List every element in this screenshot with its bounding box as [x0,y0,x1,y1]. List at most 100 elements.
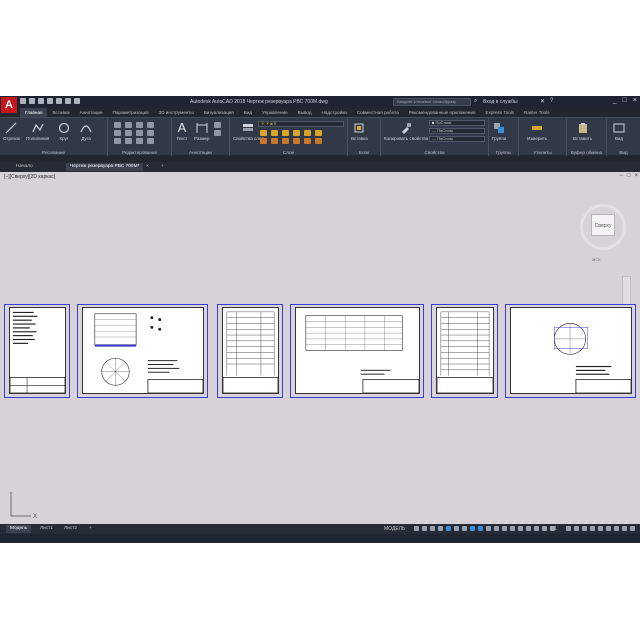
layer-dropdown[interactable]: ☀ ☀ ■ 0 [258,121,344,127]
tab-output[interactable]: Вывод [293,108,317,117]
mirror-icon[interactable] [125,130,132,136]
layer-iso-icon[interactable] [293,130,300,136]
annotation-scale[interactable]: 1:1 [550,526,557,532]
plot-icon[interactable] [56,98,62,104]
lock-ui-icon[interactable] [598,526,603,531]
table-icon[interactable] [214,130,221,136]
viewcube-top-face[interactable]: Сверху [591,214,615,236]
object-snap-icon[interactable] [478,526,483,531]
gizmo-icon[interactable] [534,526,539,531]
stretch-icon[interactable] [114,138,121,144]
panel-title-clipboard[interactable]: Буфер обмена [567,150,606,155]
layer-off-icon[interactable] [260,130,267,136]
isolate-objects-icon[interactable] [606,526,611,531]
polyline-tool[interactable]: Полилиния [26,122,49,141]
annotation-monitor-icon[interactable] [574,526,579,531]
panel-title-annotation[interactable]: Аннотации [172,150,229,155]
workspace-switch-icon[interactable] [566,526,571,531]
explode-icon[interactable] [147,130,154,136]
lineweight-dropdown[interactable]: — ПоСлою [429,136,485,142]
circle-tool[interactable]: Круг [58,122,70,141]
transparency-icon[interactable] [494,526,499,531]
quick-properties-icon[interactable] [590,526,595,531]
tab-collaborate[interactable]: Совместная работа [352,108,404,117]
panel-title-properties[interactable]: Свойства [381,150,488,155]
tab-parametric[interactable]: Параметризация [108,108,154,117]
close-tab-button[interactable]: × [142,163,153,171]
save-icon[interactable] [38,98,44,104]
new-tab-button[interactable]: + [157,163,168,171]
panel-title-groups[interactable]: Группы [489,150,518,155]
layer-current-icon[interactable] [304,138,311,144]
tab-raster-tools[interactable]: Raster Tools [519,108,554,117]
dynamic-ucs-icon[interactable] [518,526,523,531]
redo-icon[interactable] [74,98,80,104]
minimize-button[interactable]: _ [613,97,617,104]
drawing-sheet-2[interactable] [77,304,208,398]
leader-icon[interactable] [214,122,221,128]
paste-tool[interactable]: Вставить [573,122,592,141]
layer-unlock-icon[interactable] [282,138,289,144]
graphics-performance-icon[interactable] [614,526,619,531]
panel-title-block[interactable]: Блок [348,150,380,155]
tab-view[interactable]: Вид [239,108,257,117]
infer-icon[interactable] [430,526,435,531]
ortho-icon[interactable] [446,526,451,531]
layer-walk-icon[interactable] [315,130,322,136]
rotate-icon[interactable] [125,122,132,128]
match-properties-tool[interactable]: Копировать свойства [384,122,428,141]
layer-uniso-icon[interactable] [293,138,300,144]
erase-icon[interactable] [147,122,154,128]
array-icon[interactable] [136,138,143,144]
dimension-tool[interactable]: Размер [194,122,209,141]
tab-model[interactable]: Модель [6,525,32,533]
drawing-minimize-button[interactable]: − [619,173,623,179]
text-tool[interactable]: A Текст [176,121,188,141]
open-file-icon[interactable] [29,98,35,104]
clean-screen-icon[interactable] [622,526,627,531]
close-button[interactable]: × [633,97,637,104]
isodraft-icon[interactable] [462,526,467,531]
tab-3d-tools[interactable]: 3D инструменты [154,108,199,117]
units-icon[interactable] [582,526,587,531]
customization-icon[interactable] [630,526,635,531]
panel-title-draw[interactable]: Рисование [0,150,107,155]
insert-block-tool[interactable]: Вставка [351,122,368,141]
tab-start[interactable]: Начало [12,163,37,171]
wcs-menu[interactable]: МСК [592,257,601,262]
exchange-icon[interactable]: ✕ [540,98,545,105]
tab-annotate[interactable]: Аннотации [75,108,108,117]
panel-title-view[interactable]: Вид [607,150,640,155]
save-as-icon[interactable] [47,98,53,104]
drawing-sheet-5[interactable] [431,304,498,398]
tab-addins[interactable]: Надстройки [317,108,352,117]
fillet-icon[interactable] [136,130,143,136]
panel-title-utilities[interactable]: Утилиты [519,150,566,155]
drawing-close-button[interactable]: × [634,173,638,179]
layer-merge-icon[interactable] [315,138,322,144]
tab-express-tools[interactable]: Express Tools [481,108,520,117]
trim-icon[interactable] [136,122,143,128]
lineweight-icon[interactable] [486,526,491,531]
tab-featured-apps[interactable]: Рекомендованные приложения [404,108,481,117]
drawing-sheet-4[interactable] [290,304,424,398]
tab-insert[interactable]: Вставка [47,108,74,117]
object-snap-tracking-icon[interactable] [470,526,475,531]
tab-manage[interactable]: Управление [257,108,293,117]
grid-icon[interactable] [414,526,419,531]
copy-icon[interactable] [114,130,121,136]
linetype-dropdown[interactable]: — ПоСлою [429,128,485,134]
new-file-icon[interactable] [20,98,26,104]
layer-lock-icon[interactable] [282,130,289,136]
drawing-sheet-3[interactable] [217,304,283,398]
3d-osnap-icon[interactable] [510,526,515,531]
tab-home[interactable]: Главная [20,108,48,117]
group-tool[interactable]: Группа [492,122,506,141]
viewport-controls[interactable]: [−][Сверху][2D каркас] [4,174,55,180]
view-tool[interactable]: Вид [613,122,625,141]
move-icon[interactable] [114,122,121,128]
drawing-sheet-6[interactable] [505,304,636,398]
application-menu-button[interactable]: A [1,97,17,113]
panel-title-layers[interactable]: Слои [230,150,347,155]
snap-icon[interactable] [422,526,427,531]
